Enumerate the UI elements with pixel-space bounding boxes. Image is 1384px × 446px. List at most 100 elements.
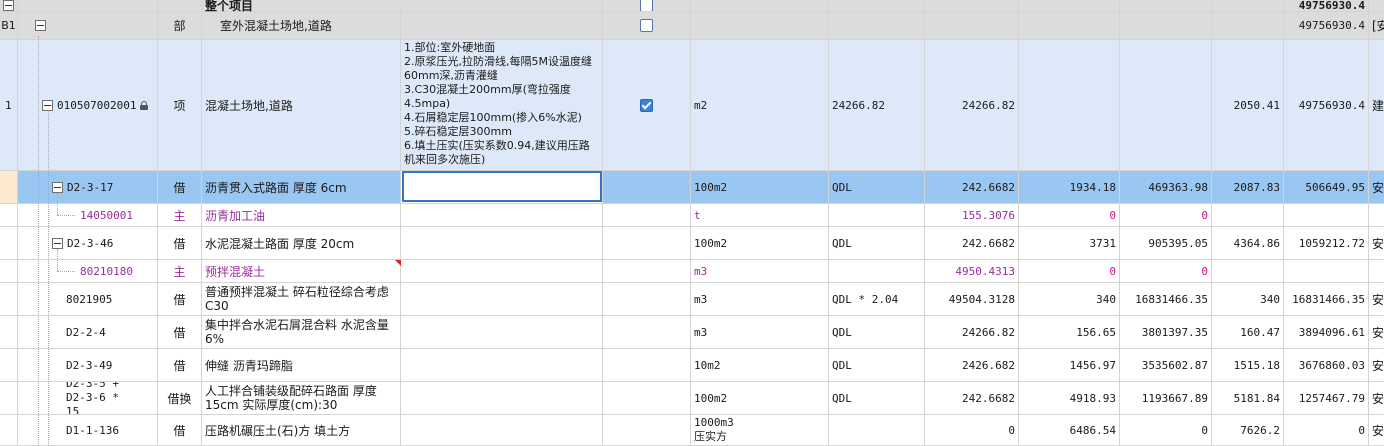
row-code: D2-3-49 [66, 358, 113, 372]
collapse-icon[interactable] [35, 20, 46, 31]
feature-line: 5.碎石稳定层300mm [404, 125, 512, 138]
item-checkbox[interactable] [640, 98, 653, 112]
table-row[interactable]: D2-3-49 借 伸缝 沥青玛蹄脂 10m2 QDL 2426.682 145… [0, 349, 1384, 382]
row-name[interactable]: 伸缝 沥青玛蹄脂 [202, 349, 401, 382]
row-tail [1369, 204, 1384, 227]
row-price: 1934.18 [1019, 171, 1120, 204]
row-total2: 3894096.61 [1284, 316, 1369, 349]
table-row[interactable]: 80210180 主 预拌混凝土 m3 4950.4313 0 0 [0, 260, 1384, 283]
item-total: 49756930.4 [1284, 40, 1369, 171]
table-row[interactable]: 14050001 主 沥青加工油 t 155.3076 0 0 [0, 204, 1384, 227]
item-features[interactable]: 1.部位:室外硬地面 2.原浆压光,拉防滑线,每隔5M设温度缝60mm深,沥青灌… [401, 40, 603, 171]
lock-icon [140, 100, 149, 110]
row-unit: 10m2 [691, 349, 829, 382]
row-name[interactable]: 压路机碾压土(石)方 填土方 [202, 415, 401, 446]
feature-line: 6.填土压实(压实系数0.94,建议用压路机来回多次施压) [404, 139, 590, 166]
comment-marker-icon[interactable] [395, 260, 401, 266]
root-total: 49756930.4 [1284, 0, 1369, 12]
row-tail: 安 [1369, 227, 1384, 260]
division-row[interactable]: B1 部 室外混凝土场地,道路 49756930.4 [安 [0, 12, 1384, 40]
row-total: 1193667.89 [1120, 382, 1212, 415]
row-type: 借 [158, 415, 202, 446]
row-expr[interactable]: QDL [829, 227, 925, 260]
item-row[interactable]: 1 010507002001 项 混凝土场地,道路 1.部位:室外硬地面 2.原… [0, 40, 1384, 171]
row-type: 借换 [158, 382, 202, 415]
row-type: 主 [158, 260, 202, 283]
feature-edit-input[interactable] [402, 171, 602, 202]
row-name: 预拌混凝土 [205, 264, 266, 279]
row-expr[interactable]: QDL * 2.04 [829, 283, 925, 316]
row-qty: 0 [925, 415, 1019, 446]
row-qty: 4950.4313 [925, 260, 1019, 283]
row-expr[interactable]: QDL [829, 171, 925, 204]
feature-line: 2.原浆压光,拉防滑线,每隔5M设温度缝60mm深,沥青灌缝 [404, 55, 592, 82]
table-row[interactable]: 8021905 借 普通预拌混凝土 碎石粒径综合考虑 C30 m3 QDL * … [0, 283, 1384, 316]
item-qty: 24266.82 [925, 40, 1019, 171]
table-row[interactable]: D2-3-46 借 水泥混凝土路面 厚度 20cm 100m2 QDL 242.… [0, 227, 1384, 260]
table-row[interactable]: D1-1-136 借 压路机碾压土(石)方 填土方 1000m3压实方 0 64… [0, 415, 1384, 446]
item-expr[interactable]: 24266.82 [829, 40, 925, 171]
row-expr[interactable]: QDL [829, 382, 925, 415]
row-price: 156.65 [1019, 316, 1120, 349]
root-label: 整个项目 [202, 0, 603, 13]
division-tail: [安 [1369, 12, 1384, 40]
row-expr[interactable]: QDL [829, 349, 925, 382]
row-price2: 7626.2 [1212, 415, 1284, 446]
collapse-icon[interactable] [3, 0, 14, 11]
row-price2: 340 [1212, 283, 1284, 316]
row-name[interactable]: 沥青加工油 [202, 204, 401, 227]
row-code: 8021905 [66, 292, 113, 306]
row-tail: 安 [1369, 283, 1384, 316]
collapse-icon[interactable] [42, 99, 53, 111]
collapse-icon[interactable] [52, 237, 63, 249]
row-tail [1369, 260, 1384, 283]
row-expr[interactable] [829, 260, 925, 283]
row-type: 借 [158, 316, 202, 349]
row-qty: 242.6682 [925, 382, 1019, 415]
division-checkbox[interactable] [640, 19, 653, 32]
row-code: D2-2-4 [66, 325, 106, 339]
row-expr[interactable]: QDL [829, 316, 925, 349]
row-expr[interactable] [829, 415, 925, 446]
row-name[interactable]: 集中拌合水泥石屑混合料 水泥含量 6% [202, 316, 401, 349]
row-total2: 506649.95 [1284, 171, 1369, 204]
tree-guide-line [57, 193, 58, 215]
root-row[interactable]: 整个项目 49756930.4 [0, 0, 1384, 13]
row-type: 主 [158, 204, 202, 227]
row-type: 借 [158, 171, 202, 204]
tree-guide-line [48, 110, 49, 446]
row-price2: 4364.86 [1212, 227, 1284, 260]
root-checkbox[interactable] [640, 0, 653, 11]
row-tail: 安 [1369, 382, 1384, 415]
item-tail: 建 [1369, 40, 1384, 171]
row-total: 469363.98 [1120, 171, 1212, 204]
row-total: 3801397.35 [1120, 316, 1212, 349]
table-row[interactable]: D2-2-4 借 集中拌合水泥石屑混合料 水泥含量 6% m3 QDL 2426… [0, 316, 1384, 349]
row-price2: 1515.18 [1212, 349, 1284, 382]
row-total: 3535602.87 [1120, 349, 1212, 382]
item-code: 010507002001 [57, 98, 137, 112]
collapse-icon[interactable] [52, 181, 63, 193]
row-type: 借 [158, 227, 202, 260]
row-name[interactable]: 普通预拌混凝土 碎石粒径综合考虑 C30 [202, 283, 401, 316]
item-type: 项 [158, 40, 202, 171]
row-name[interactable]: 沥青贯入式路面 厚度 6cm [202, 171, 401, 204]
table-row[interactable]: D2-3-5 + D2-3-6 * 15 借换 人工拌合铺装级配碎石路面 厚度 … [0, 382, 1384, 415]
row-total2: 16831466.35 [1284, 283, 1369, 316]
row-name[interactable]: 人工拌合铺装级配碎石路面 厚度 15cm 实际厚度(cm):30 [202, 382, 401, 415]
tree-guide-line [57, 271, 75, 272]
row-name[interactable]: 水泥混凝土路面 厚度 20cm [202, 227, 401, 260]
row-price: 4918.93 [1019, 382, 1120, 415]
row-total2: 1059212.72 [1284, 227, 1369, 260]
division-total: 49756930.4 [1284, 12, 1369, 40]
table-row[interactable]: D2-3-17 借 沥青贯入式路面 厚度 6cm 100m2 QDL 242.6… [0, 171, 1384, 204]
row-unit: m3 [691, 283, 829, 316]
row-expr[interactable] [829, 204, 925, 227]
row-qty: 242.6682 [925, 227, 1019, 260]
row-total2: 0 [1284, 415, 1369, 446]
row-price: 1456.97 [1019, 349, 1120, 382]
item-name[interactable]: 混凝土场地,道路 [202, 40, 401, 171]
row-qty: 2426.682 [925, 349, 1019, 382]
row-unit: 100m2 [691, 382, 829, 415]
row-price: 3731 [1019, 227, 1120, 260]
